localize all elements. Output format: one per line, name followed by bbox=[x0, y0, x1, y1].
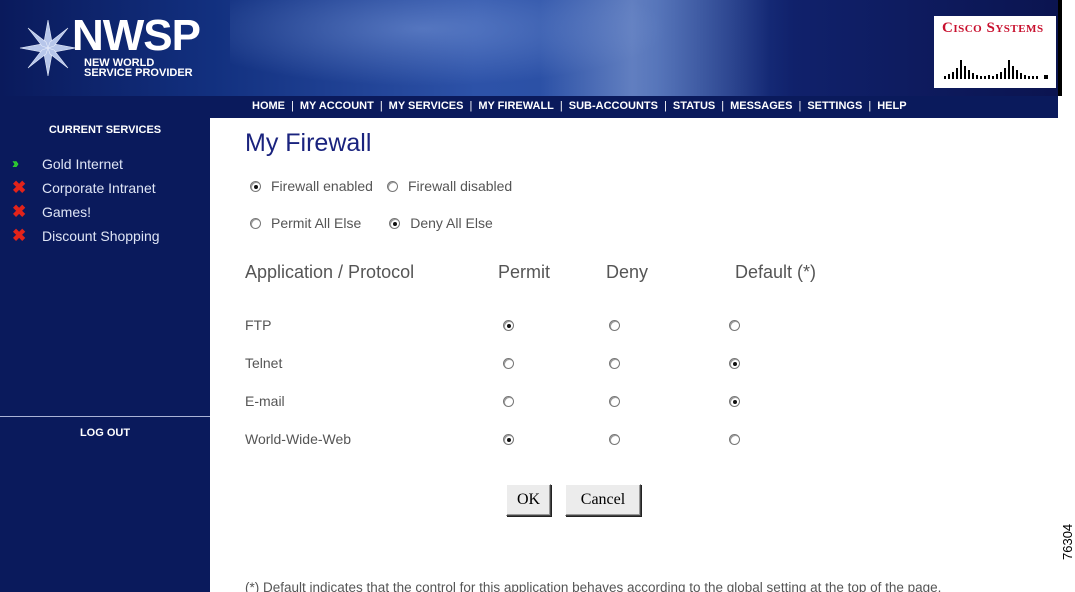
nav-item-my-firewall[interactable]: MY FIREWALL bbox=[478, 100, 554, 112]
logo-subtitle-line2: SERVICE PROVIDER bbox=[84, 67, 193, 79]
default-radio[interactable] bbox=[729, 320, 740, 331]
nav-item-sub-accounts[interactable]: SUB-ACCOUNTS bbox=[569, 100, 658, 112]
service-label: Gold Internet bbox=[42, 156, 123, 172]
deny-radio[interactable] bbox=[609, 358, 620, 369]
top-navigation: HOME | MY ACCOUNT | MY SERVICES | MY FIREWALL |… bbox=[210, 96, 1058, 118]
firewall-enabled-label: Firewall enabled bbox=[271, 178, 373, 194]
red-x-icon: ✖ bbox=[12, 226, 27, 245]
permit-radio[interactable] bbox=[503, 358, 514, 369]
firewall-enabled-radio[interactable] bbox=[250, 180, 261, 192]
application-row: World-Wide-Web bbox=[245, 431, 885, 451]
sidebar: CURRENT SERVICES ›› Gold Internet ✖ Corpora… bbox=[0, 96, 210, 592]
service-item[interactable]: ›› Gold Internet bbox=[12, 152, 160, 176]
deny-all-else-radio[interactable] bbox=[389, 217, 401, 229]
permit-radio[interactable] bbox=[503, 434, 514, 445]
service-item[interactable]: ✖ Corporate Intranet bbox=[12, 176, 160, 200]
service-item[interactable]: ✖ Discount Shopping bbox=[12, 224, 160, 248]
nav-item-my-services[interactable]: MY SERVICES bbox=[389, 100, 464, 112]
service-label: Games! bbox=[42, 204, 92, 220]
nav-separator: | bbox=[721, 100, 725, 112]
deny-all-else-label: Deny All Else bbox=[410, 215, 493, 231]
permit-all-else-radio[interactable] bbox=[250, 217, 261, 229]
nav-separator: | bbox=[798, 100, 802, 112]
banner-border bbox=[1058, 0, 1062, 96]
service-list: ›› Gold Internet ✖ Corporate Intranet ✖ Games… bbox=[12, 152, 160, 248]
firewall-disabled-label: Firewall disabled bbox=[407, 178, 513, 194]
nav-separator: | bbox=[868, 100, 872, 112]
cancel-button[interactable]: Cancel bbox=[565, 484, 641, 516]
column-application: Application / Protocol bbox=[245, 262, 415, 282]
default-radio[interactable] bbox=[729, 434, 740, 445]
banner-highlight bbox=[540, 0, 770, 96]
nav-items: HOME | MY ACCOUNT | MY SERVICES | MY FIREWALL |… bbox=[252, 100, 907, 112]
main-content: My Firewall Firewall enabled Firewall di… bbox=[210, 118, 1058, 592]
header-banner: NWSP NEW WORLD SERVICE PROVIDER Cisco Sy… bbox=[0, 0, 1058, 96]
firewall-state-row: Firewall enabled Firewall disabled bbox=[250, 178, 512, 194]
nav-separator: | bbox=[291, 100, 294, 112]
nav-item-settings[interactable]: SETTINGS bbox=[807, 100, 862, 112]
application-row: E-mail bbox=[245, 393, 885, 413]
nwsp-star-logo-icon bbox=[19, 19, 77, 77]
nav-item-home[interactable]: HOME bbox=[252, 100, 285, 112]
nav-separator: | bbox=[664, 100, 667, 112]
nav-separator: | bbox=[379, 100, 383, 112]
application-name: Telnet bbox=[245, 355, 283, 371]
cisco-logo-text: Cisco Systems bbox=[942, 20, 1044, 36]
nwsp-logo: NWSP NEW WORLD SERVICE PROVIDER bbox=[72, 11, 201, 79]
logo-title: NWSP bbox=[72, 11, 201, 60]
deny-radio[interactable] bbox=[609, 396, 620, 407]
green-chevron-icon: ›› bbox=[12, 155, 19, 172]
sidebar-title: CURRENT SERVICES bbox=[48, 124, 162, 136]
column-permit: Permit bbox=[498, 262, 551, 282]
nav-item-help[interactable]: HELP bbox=[877, 100, 906, 112]
column-default: Default (*) bbox=[735, 262, 817, 282]
service-item[interactable]: ✖ Games! bbox=[12, 200, 160, 224]
cisco-bridge-icon bbox=[944, 60, 1048, 79]
nav-separator: | bbox=[559, 100, 563, 112]
figure-number: 76304 bbox=[1060, 523, 1075, 560]
global-policy-row: Permit All Else Deny All Else bbox=[250, 215, 493, 231]
firewall-disabled-radio[interactable] bbox=[386, 180, 398, 192]
application-name: World-Wide-Web bbox=[245, 431, 352, 447]
application-name: E-mail bbox=[245, 393, 285, 409]
logout-link[interactable]: LOG OUT bbox=[0, 427, 210, 439]
footnote: (*) Default indicates that the control f… bbox=[245, 580, 942, 592]
permit-radio[interactable] bbox=[503, 320, 514, 331]
default-radio[interactable] bbox=[729, 396, 740, 407]
column-deny: Deny bbox=[606, 262, 649, 282]
cisco-logo: Cisco Systems bbox=[934, 16, 1056, 88]
nav-item-status[interactable]: STATUS bbox=[673, 100, 715, 112]
application-row: FTP bbox=[245, 317, 885, 337]
red-x-icon: ✖ bbox=[12, 178, 27, 197]
permit-all-else-label: Permit All Else bbox=[271, 215, 362, 231]
nav-item-my-account[interactable]: MY ACCOUNT bbox=[300, 100, 374, 112]
deny-radio[interactable] bbox=[609, 320, 620, 331]
nav-separator: | bbox=[469, 100, 473, 112]
red-x-icon: ✖ bbox=[12, 202, 27, 221]
service-label: Corporate Intranet bbox=[42, 180, 156, 196]
service-label: Discount Shopping bbox=[42, 228, 160, 244]
deny-radio[interactable] bbox=[609, 434, 620, 445]
default-radio[interactable] bbox=[729, 358, 740, 369]
application-name: FTP bbox=[245, 317, 272, 333]
ok-button[interactable]: OK bbox=[506, 484, 551, 516]
page-title: My Firewall bbox=[245, 129, 372, 157]
permit-radio[interactable] bbox=[503, 396, 514, 407]
application-row: Telnet bbox=[245, 355, 885, 375]
sidebar-divider bbox=[0, 416, 210, 417]
nav-item-messages[interactable]: MESSAGES bbox=[730, 100, 792, 112]
